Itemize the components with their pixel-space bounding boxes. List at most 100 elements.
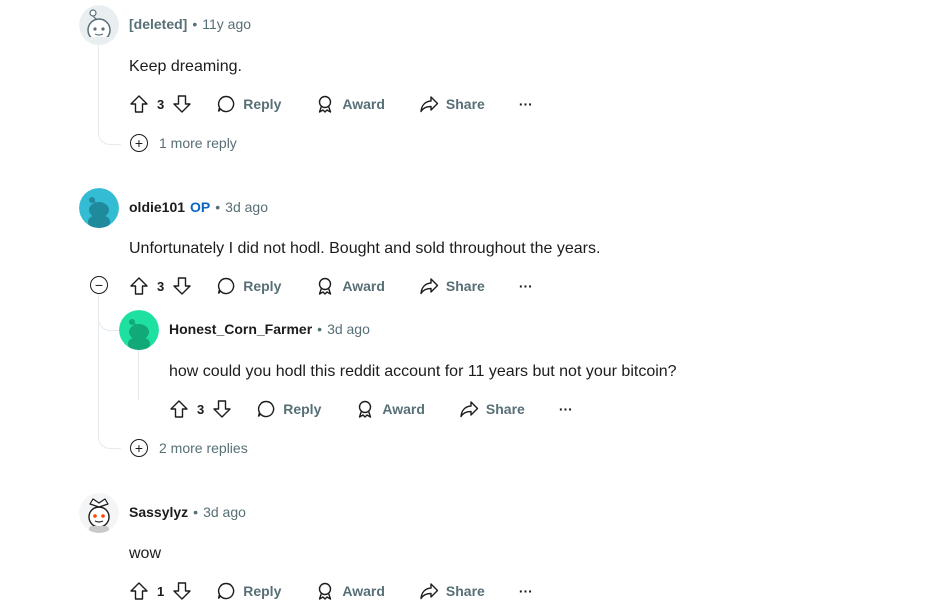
more-options-button[interactable]: ··· [519, 583, 533, 599]
share-icon [419, 276, 439, 296]
separator-dot: • [193, 504, 199, 520]
separator-dot: • [317, 321, 323, 337]
reply-label: Reply [243, 278, 282, 294]
author-name[interactable]: Honest_Corn_Farmer [169, 321, 312, 337]
op-badge: OP [190, 199, 211, 215]
avatar[interactable] [79, 5, 119, 45]
comment-meta: oldie101 OP • 3d ago [129, 199, 268, 215]
share-button[interactable]: Share [419, 94, 485, 114]
reply-button[interactable]: Reply [216, 581, 281, 601]
comment-body: Keep dreaming. [129, 58, 242, 75]
more-options-icon: ··· [518, 96, 533, 112]
avatar[interactable] [79, 493, 119, 533]
downvote-icon[interactable] [172, 581, 192, 601]
award-label: Award [342, 583, 385, 599]
vote-count: 1 [157, 583, 165, 599]
vote-group: 3 [129, 94, 192, 114]
award-button[interactable]: Award [315, 581, 385, 601]
award-icon [315, 94, 335, 114]
comment-body: wow [129, 545, 162, 562]
author-name[interactable]: oldie101 [129, 199, 185, 215]
thread-line [138, 350, 139, 400]
thread-line-curve [98, 128, 121, 145]
more-options-button[interactable]: ··· [559, 401, 573, 417]
avatar[interactable] [79, 188, 119, 228]
reply-button[interactable]: Reply [256, 399, 321, 419]
upvote-icon[interactable] [129, 581, 149, 601]
comment-icon [216, 581, 236, 601]
more-options-icon: ··· [558, 401, 573, 417]
collapse-thread-button[interactable]: − [90, 276, 108, 294]
reply-label: Reply [243, 583, 282, 599]
comment-actions: 1 Reply Award Share ··· [129, 579, 533, 603]
author-name[interactable]: Sassylyz [129, 504, 188, 520]
downvote-icon[interactable] [172, 276, 192, 296]
more-options-icon: ··· [518, 583, 533, 599]
share-button[interactable]: Share [419, 581, 485, 601]
award-button[interactable]: Award [315, 94, 385, 114]
award-button[interactable]: Award [315, 276, 385, 296]
timestamp[interactable]: 3d ago [225, 199, 268, 215]
vote-group: 3 [129, 276, 192, 296]
timestamp[interactable]: 3d ago [203, 504, 246, 520]
more-replies-link[interactable]: + 1 more reply [130, 134, 237, 152]
downvote-icon[interactable] [172, 94, 192, 114]
comment-body: Unfortunately I did not hodl. Bought and… [129, 240, 601, 257]
vote-count: 3 [157, 96, 165, 112]
reply-label: Reply [283, 401, 322, 417]
vote-group: 1 [129, 581, 192, 601]
award-icon [355, 399, 375, 419]
award-label: Award [382, 401, 425, 417]
reply-button[interactable]: Reply [216, 276, 281, 296]
share-label: Share [445, 583, 485, 599]
share-icon [419, 94, 439, 114]
comment-actions: 3 Reply Award Share ··· [129, 92, 533, 116]
more-replies-link[interactable]: + 2 more replies [130, 439, 248, 457]
comment-actions: 3 Reply Award Share ··· [169, 397, 573, 421]
reply-button[interactable]: Reply [216, 94, 281, 114]
share-button[interactable]: Share [419, 276, 485, 296]
more-options-button[interactable]: ··· [519, 278, 533, 294]
award-label: Award [342, 278, 385, 294]
comment-icon [256, 399, 276, 419]
comment-meta: Honest_Corn_Farmer • 3d ago [169, 321, 370, 337]
separator-dot: • [215, 199, 221, 215]
author-name[interactable]: [deleted] [129, 16, 187, 32]
vote-count: 3 [197, 401, 205, 417]
avatar[interactable] [119, 310, 159, 350]
collapse-icon[interactable]: − [90, 276, 108, 294]
award-icon [315, 276, 335, 296]
more-replies-label[interactable]: 1 more reply [159, 135, 237, 151]
expand-icon[interactable]: + [130, 439, 148, 457]
share-icon [419, 581, 439, 601]
comment-icon [216, 276, 236, 296]
award-icon [315, 581, 335, 601]
upvote-icon[interactable] [129, 94, 149, 114]
comment-body: how could you hodl this reddit account f… [169, 363, 677, 380]
more-replies-label[interactable]: 2 more replies [159, 440, 248, 456]
comment-icon [216, 94, 236, 114]
share-label: Share [445, 96, 485, 112]
share-button[interactable]: Share [459, 399, 525, 419]
share-label: Share [485, 401, 525, 417]
award-label: Award [342, 96, 385, 112]
vote-group: 3 [169, 399, 232, 419]
reply-label: Reply [243, 96, 282, 112]
upvote-icon[interactable] [129, 276, 149, 296]
timestamp[interactable]: 11y ago [202, 16, 251, 32]
timestamp[interactable]: 3d ago [327, 321, 370, 337]
comment-actions: 3 Reply Award Share ··· [129, 274, 533, 298]
thread-line-curve [98, 432, 121, 449]
thread-line [98, 45, 99, 130]
more-options-button[interactable]: ··· [519, 96, 533, 112]
share-icon [459, 399, 479, 419]
comment-meta: Sassylyz • 3d ago [129, 504, 246, 520]
share-label: Share [445, 278, 485, 294]
separator-dot: • [192, 16, 198, 32]
thread-line-curve [98, 310, 119, 331]
award-button[interactable]: Award [355, 399, 425, 419]
more-options-icon: ··· [518, 278, 533, 294]
downvote-icon[interactable] [212, 399, 232, 419]
expand-icon[interactable]: + [130, 134, 148, 152]
upvote-icon[interactable] [169, 399, 189, 419]
